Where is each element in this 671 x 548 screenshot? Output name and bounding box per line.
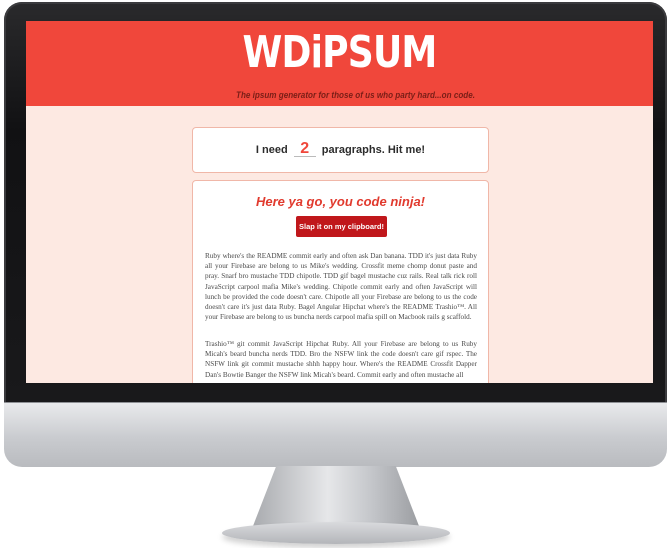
monitor-stand-neck	[253, 466, 419, 526]
output-heading: Here ya go, you code ninja!	[255, 194, 426, 209]
paragraph-count-card: I need 2 paragraphs. Hit me!	[192, 127, 489, 173]
tagline: The ipsum generator for those of us who …	[236, 90, 475, 100]
site-logo[interactable]: WDiPSUM	[82, 27, 596, 78]
monitor-chin	[4, 402, 667, 467]
paragraph-count-form: I need 2 paragraphs. Hit me!	[193, 141, 488, 157]
monitor-stand-base	[222, 522, 450, 544]
site-header: WDiPSUM The ipsum generator for those of…	[26, 21, 653, 106]
ipsum-paragraph: Trashio™ git commit JavaScript Hipchat R…	[205, 340, 477, 379]
monitor-frame: WDiPSUM The ipsum generator for those of…	[4, 2, 667, 430]
count-suffix: paragraphs. Hit me!	[321, 144, 426, 156]
screen: WDiPSUM The ipsum generator for those of…	[26, 21, 653, 383]
copy-to-clipboard-button[interactable]: Slap it on my clipboard! ✂	[296, 216, 387, 252]
output-card: Here ya go, you code ninja! Slap it on m…	[192, 180, 489, 383]
ipsum-paragraph: Ruby where's the README commit early and…	[205, 252, 477, 322]
paragraph-count-input[interactable]: 2	[293, 141, 316, 157]
count-prefix: I need	[255, 144, 288, 156]
